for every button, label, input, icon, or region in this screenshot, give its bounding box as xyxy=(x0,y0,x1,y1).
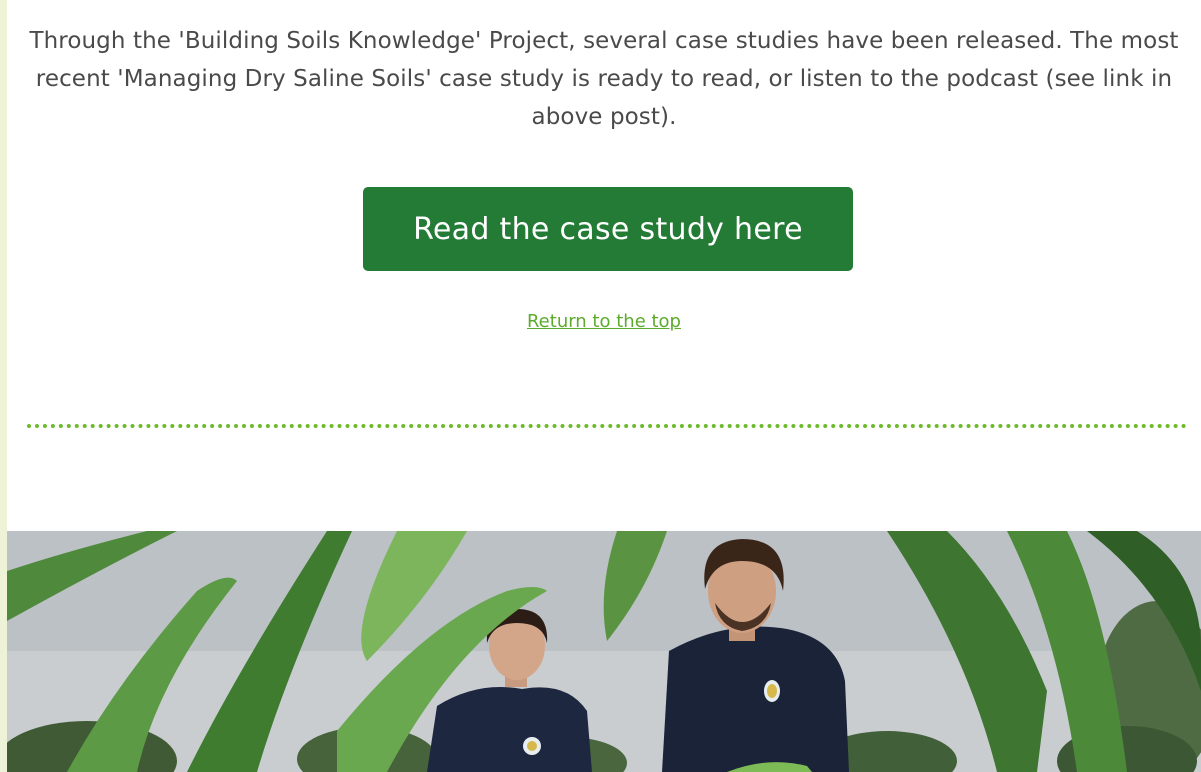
return-to-top-wrapper: Return to the top xyxy=(7,311,1201,332)
return-to-top-link[interactable]: Return to the top xyxy=(527,311,681,332)
case-study-photo xyxy=(7,531,1201,772)
read-case-study-button[interactable]: Read the case study here xyxy=(363,187,853,271)
newsletter-content: Through the 'Building Soils Knowledge' P… xyxy=(7,0,1201,772)
page-side-strip xyxy=(0,0,7,772)
dotted-divider xyxy=(27,424,1187,428)
intro-paragraph: Through the 'Building Soils Knowledge' P… xyxy=(29,28,1179,130)
